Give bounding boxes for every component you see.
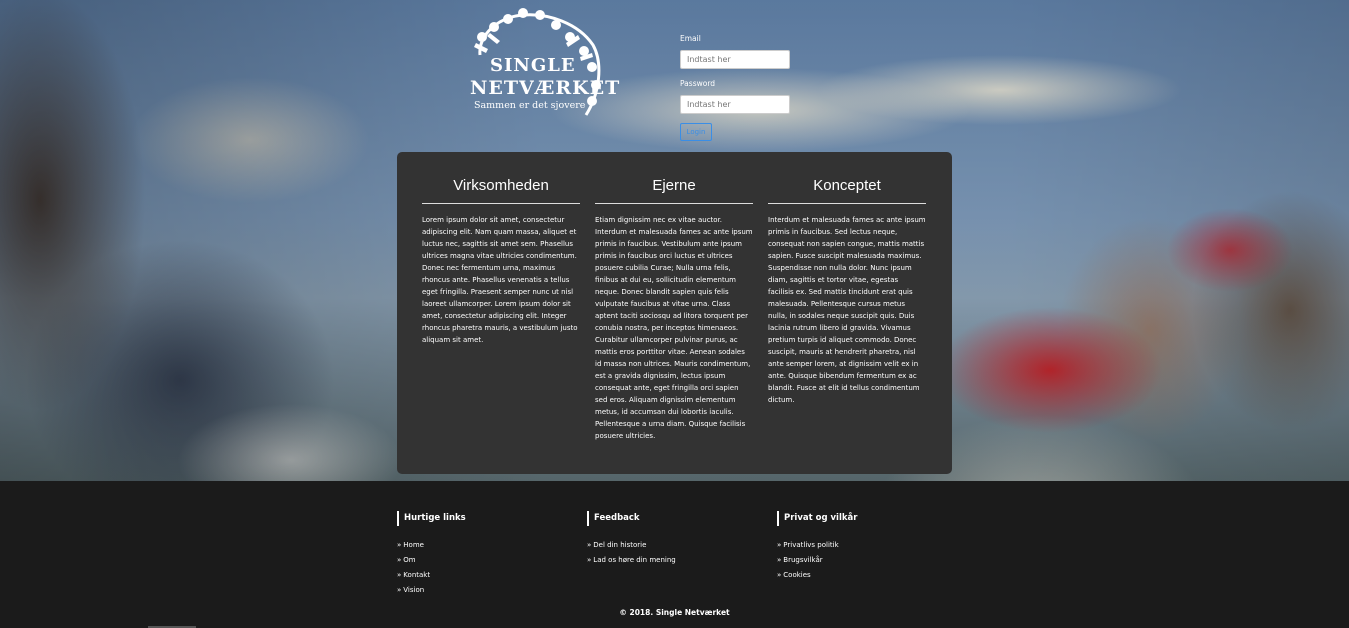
footer-privacy: Privat og vilkår » Privatlivs politik » Br…: [777, 511, 857, 583]
footer-heading: Feedback: [587, 511, 676, 526]
logo-tagline: Sammen er det sjovere: [474, 100, 586, 111]
footer-link-cookies[interactable]: » Cookies: [777, 568, 857, 583]
email-field[interactable]: [680, 50, 790, 69]
column-text: Lorem ipsum dolor sit amet, consectetur …: [422, 216, 578, 344]
double-chevron-right-icon: »: [777, 571, 782, 579]
column-title: Konceptet: [768, 177, 926, 204]
footer-link-mening[interactable]: » Lad os høre din mening: [587, 553, 676, 568]
column-virksomheden: Virksomheden Lorem ipsum dolor sit amet,…: [422, 177, 580, 474]
footer-link-vision[interactable]: » Vision: [397, 583, 466, 598]
password-field[interactable]: [680, 95, 790, 114]
column-title: Virksomheden: [422, 177, 580, 204]
column-title: Ejerne: [595, 177, 753, 204]
email-label: Email: [680, 34, 701, 43]
footer-quick-links: Hurtige links » Home » Om » Kontakt » Vision: [397, 511, 466, 598]
double-chevron-right-icon: »: [777, 541, 782, 549]
column-text: Etiam dignissim nec ex vitae auctor. Int…: [595, 216, 753, 440]
column-ejerne: Ejerne Etiam dignissim nec ex vitae auct…: [595, 177, 753, 474]
footer: Hurtige links » Home » Om » Kontakt » Vision…: [0, 481, 1349, 628]
column-konceptet: Konceptet Interdum et malesuada fames ac…: [768, 177, 926, 474]
login-form: Email Password Login: [680, 34, 800, 141]
footer-feedback: Feedback » Del din historie » Lad os høre …: [587, 511, 676, 568]
double-chevron-right-icon: »: [587, 541, 592, 549]
double-chevron-right-icon: »: [777, 556, 782, 564]
footer-link-privatlivs-politik[interactable]: » Privatlivs politik: [777, 538, 857, 553]
site-logo[interactable]: SINGLE NETVÆRKET Sammen er det sjovere: [468, 5, 619, 123]
double-chevron-right-icon: »: [397, 556, 402, 564]
login-button[interactable]: Login: [680, 123, 712, 141]
double-chevron-right-icon: »: [397, 586, 402, 594]
content-panel: Virksomheden Lorem ipsum dolor sit amet,…: [397, 152, 952, 474]
footer-link-del-din-historie[interactable]: » Del din historie: [587, 538, 676, 553]
footer-link-home[interactable]: » Home: [397, 538, 466, 553]
copyright: © 2018. Single Netværket: [619, 608, 730, 617]
footer-link-kontakt[interactable]: » Kontakt: [397, 568, 466, 583]
double-chevron-right-icon: »: [587, 556, 592, 564]
column-text: Interdum et malesuada fames ac ante ipsu…: [768, 216, 926, 404]
double-chevron-right-icon: »: [397, 571, 402, 579]
footer-heading: Privat og vilkår: [777, 511, 857, 526]
logo-line1: SINGLE: [490, 55, 576, 76]
footer-link-om[interactable]: » Om: [397, 553, 466, 568]
footer-heading: Hurtige links: [397, 511, 466, 526]
password-label: Password: [680, 79, 716, 88]
logo-line2: NETVÆRKET: [470, 77, 621, 99]
double-chevron-right-icon: »: [397, 541, 402, 549]
footer-link-brugsvilkar[interactable]: » Brugsvilkår: [777, 553, 857, 568]
